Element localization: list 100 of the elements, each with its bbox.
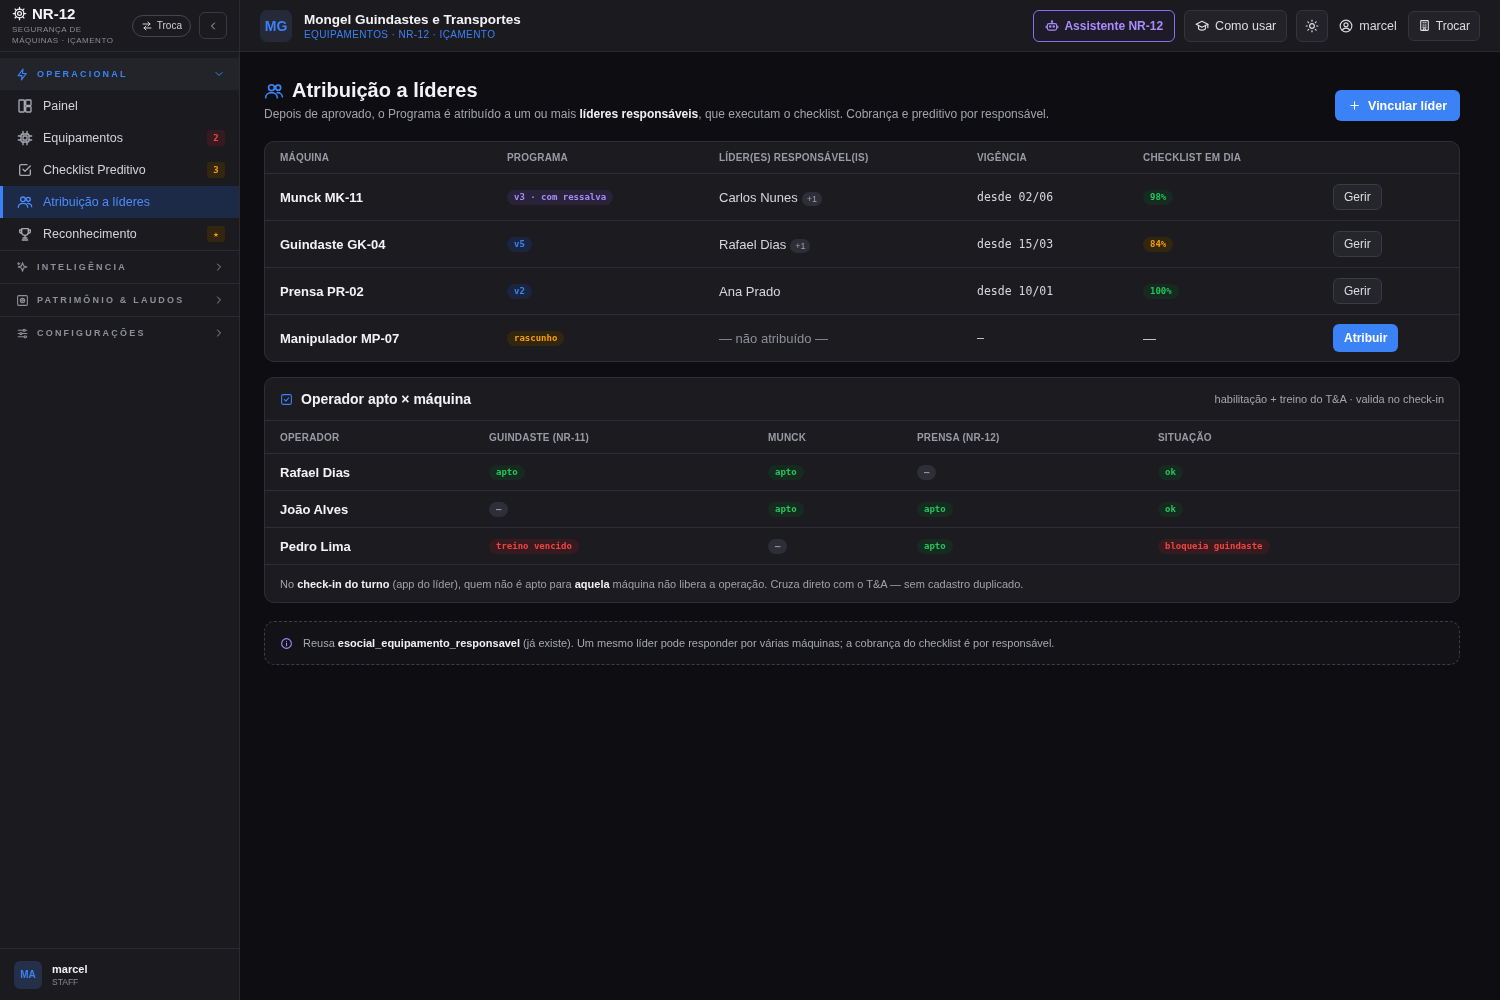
nav-group-header[interactable]: OPERACIONAL [0, 58, 239, 90]
leader-name: — não atribuído — [719, 330, 829, 346]
user-avatar: MA [14, 960, 42, 989]
nav-item[interactable]: Reconhecimento ★ [0, 218, 239, 250]
assistant-button[interactable]: Assistente NR-12 [1033, 9, 1176, 42]
card-note: habilitação + treino do T&A · valida no check-in [1214, 393, 1444, 405]
layout-icon [17, 98, 33, 114]
gear-icon [12, 6, 27, 21]
company-name: Mongel Guindastes e Transportes [304, 11, 521, 27]
building-icon [1417, 19, 1431, 32]
nav-item[interactable]: Equipamentos 2 [0, 122, 239, 154]
start-date: desde 10/01 [977, 284, 1054, 298]
checklist-badge: 84% [1143, 236, 1174, 252]
count-badge: ★ [207, 226, 225, 242]
info-icon [280, 636, 293, 650]
card-title: Operador apto × máquina [301, 391, 471, 407]
chip-icon [17, 130, 33, 146]
company-avatar: MG [260, 9, 292, 42]
switch-company-button[interactable]: Trocar [1407, 10, 1480, 41]
checkbox-icon [17, 162, 33, 178]
checkbox-icon [280, 392, 293, 406]
user-name: marcel [52, 962, 88, 975]
column-header: PROGRAMA [507, 152, 570, 163]
extra-leaders-badge: +1 [790, 239, 811, 253]
status-badge: apto [917, 501, 953, 517]
graduation-cap-icon [1195, 18, 1210, 33]
program-badge: rascunho [507, 330, 565, 346]
sparkle-icon [16, 260, 29, 274]
status-badge: – [768, 538, 788, 554]
row-action-button[interactable]: Atribuir [1333, 324, 1399, 352]
page-title: Atribuição a líderes [292, 79, 478, 102]
machine-name: Manipulador MP-07 [280, 330, 400, 346]
count-badge: 2 [207, 130, 225, 146]
breadcrumb: EQUIPAMENTOS · NR-12 · IÇAMENTO [304, 28, 497, 40]
trophy-icon [17, 226, 33, 242]
leader-name: Carlos Nunes [719, 189, 798, 205]
operator-name: Rafael Dias [280, 464, 351, 480]
link-leader-button[interactable]: Vincular líder [1335, 90, 1460, 121]
plus-icon [1348, 99, 1362, 112]
status-badge: apto [768, 464, 804, 480]
column-header: CHECKLIST EM DIA [1143, 152, 1243, 163]
start-date: desde 02/06 [977, 190, 1054, 204]
machine-name: Prensa PR-02 [280, 283, 364, 299]
start-date: — [977, 331, 984, 345]
swap-arrows-icon [140, 19, 153, 32]
page-description: Depois de aprovado, o Programa é atribuído a um ou mais líderes responsáveis, que executam o checklist. Cobrança e preditivo por responsável. [264, 107, 1050, 121]
status-badge: ok [1158, 464, 1183, 480]
program-badge: v5 [507, 236, 532, 252]
machine-name: Guindaste GK-04 [280, 236, 386, 252]
operator-name: Pedro Lima [280, 538, 351, 554]
help-button[interactable]: Como usar [1184, 9, 1288, 42]
status-badge: ok [1158, 501, 1183, 517]
column-header: SITUAÇÃO [1158, 431, 1213, 443]
column-header: GUINDASTE (NR-11) [489, 431, 591, 443]
leader-name: Rafael Dias [719, 236, 787, 252]
user-icon [1339, 18, 1354, 33]
program-badge: v2 [507, 283, 532, 299]
column-header: LÍDER(ES) RESPONSÁVEL(IS) [719, 152, 870, 163]
checklist-badge: 100% [1143, 283, 1179, 299]
user-role: STAFF [52, 976, 80, 987]
nav-group-header[interactable]: CONFIGURAÇÕES [0, 317, 239, 349]
extra-leaders-badge: +1 [801, 192, 823, 206]
machine-name: Munck MK-11 [280, 189, 364, 205]
users-icon [17, 194, 33, 210]
status-badge: apto [489, 464, 525, 480]
row-action-button[interactable]: Gerir [1333, 184, 1382, 210]
sliders-icon [16, 326, 29, 340]
user-menu[interactable]: marcel [1337, 18, 1399, 33]
nav-group-header[interactable]: INTELIGÊNCIA [0, 251, 239, 283]
app-subtitle: SEGURANÇA DE MÁQUINAS · IÇAMENTO [12, 24, 115, 46]
row-action-button[interactable]: Gerir [1333, 278, 1382, 304]
count-badge: 3 [207, 162, 225, 178]
column-header: MUNCK [768, 431, 808, 443]
info-text: Reusa esocial_equipamento_responsavel (já existe). Um mesmo líder pode responder por várias máquinas; a cobrança do checklist é por responsável. [303, 637, 1055, 649]
checklist-badge: 98% [1143, 189, 1174, 205]
lightning-icon [16, 67, 29, 81]
program-badge: v3 · com ressalva [507, 189, 614, 205]
nav-item[interactable]: Checklist Preditivo 3 [0, 154, 239, 186]
operator-name: João Alves [280, 501, 349, 517]
card-footer-text: No check-in do turno (app do líder), quem não é apto para aquela máquina não libera a operação. Cruza direto com o T&A — sem cadastro duplicado. [280, 577, 1024, 590]
safe-icon [16, 293, 29, 307]
nav-item[interactable]: Painel [0, 90, 239, 122]
leader-name: Ana Prado [719, 283, 781, 299]
status-badge: – [489, 501, 509, 517]
status-badge: – [917, 464, 937, 480]
column-header: VIGÊNCIA [977, 152, 1028, 163]
sun-icon [1305, 18, 1320, 33]
status-badge: bloqueia guindaste [1158, 538, 1270, 554]
column-header: MÁQUINA [280, 152, 331, 163]
status-badge: apto [768, 501, 804, 517]
nav-group-header[interactable]: PATRIMÔNIO & LAUDOS [0, 284, 239, 316]
start-date: desde 15/03 [977, 237, 1054, 251]
status-badge: apto [917, 538, 953, 554]
nav-item[interactable]: Atribuição a líderes [0, 186, 239, 218]
row-action-button[interactable]: Gerir [1333, 231, 1382, 257]
column-header: OPERADOR [280, 431, 341, 443]
column-header: PRENSA (NR-12) [917, 431, 1001, 443]
app-title: NR-12 [32, 5, 76, 22]
robot-icon [1045, 18, 1060, 33]
theme-toggle-button[interactable] [1296, 9, 1329, 42]
